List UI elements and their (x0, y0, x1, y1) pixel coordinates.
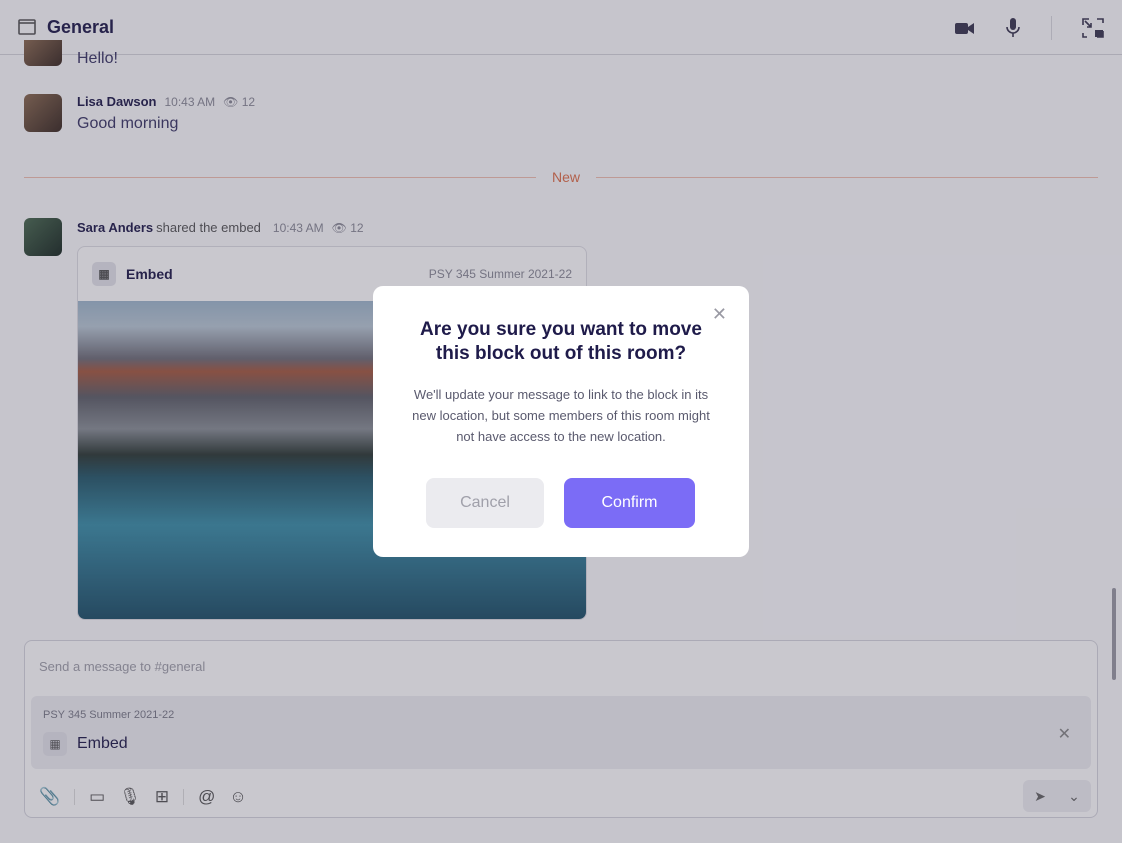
dialog-title: Are you sure you want to move this block… (420, 319, 702, 364)
cancel-button[interactable]: Cancel (426, 478, 544, 528)
confirm-move-dialog: ✕ Are you sure you want to move this blo… (373, 286, 749, 557)
close-icon[interactable]: ✕ (712, 304, 727, 325)
dialog-body: We'll update your message to link to the… (412, 387, 710, 444)
confirm-button[interactable]: Confirm (564, 478, 695, 528)
